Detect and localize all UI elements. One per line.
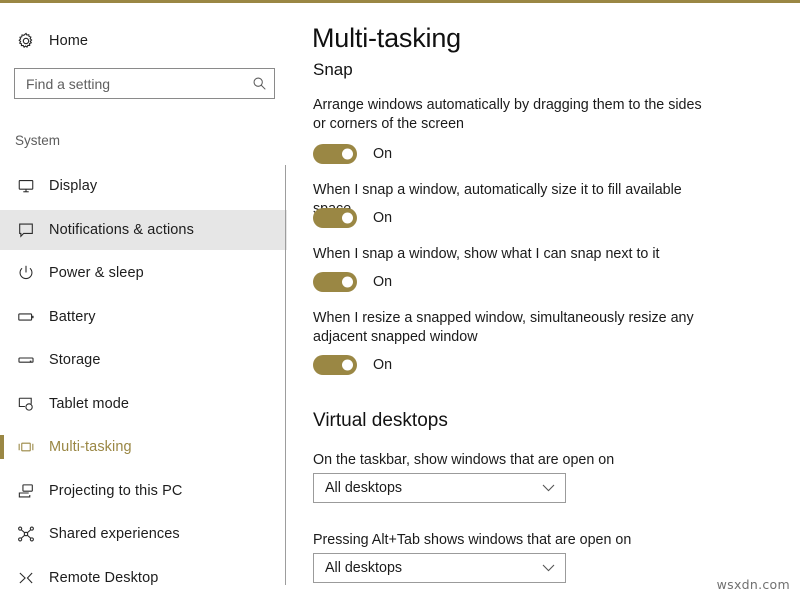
snap-suggestions-toggle[interactable] xyxy=(313,272,357,292)
dropdown-selected-value: All desktops xyxy=(325,480,403,496)
snap-setting-toggle-row[interactable]: On xyxy=(313,271,392,293)
chevron-down-icon xyxy=(531,564,565,572)
toggle-knob xyxy=(342,276,353,288)
virtual-desktop-setting-description: On the taskbar, show windows that are op… xyxy=(313,452,615,468)
sidebar-home-label: Home xyxy=(49,33,89,49)
taskbar-show-windows-dropdown[interactable]: All desktops xyxy=(313,473,566,503)
toggle-knob xyxy=(342,148,353,160)
sidebar-item-battery[interactable]: Battery xyxy=(0,297,287,337)
snap-setting-toggle-row[interactable]: On xyxy=(313,354,392,376)
virtual-desktops-heading: Virtual desktops xyxy=(313,410,448,431)
chevron-down-icon xyxy=(531,484,565,492)
snap-setting-toggle-row[interactable]: On xyxy=(313,207,392,229)
power-icon xyxy=(15,262,37,284)
virtual-desktop-setting-description: Pressing Alt+Tab shows windows that are … xyxy=(313,532,632,548)
sidebar-item-label: Notifications & actions xyxy=(49,221,194,238)
battery-icon xyxy=(15,306,37,328)
sidebar-item-home[interactable]: Home xyxy=(0,25,287,57)
sidebar-item-display[interactable]: Display xyxy=(0,166,287,206)
sidebar-item-label: Remote Desktop xyxy=(49,569,159,586)
snap-section-heading: Snap xyxy=(313,60,353,79)
sidebar-item-label: Storage xyxy=(49,352,101,368)
sidebar-item-notifications-actions[interactable]: Notifications & actions xyxy=(0,209,287,250)
search-input[interactable] xyxy=(15,69,244,98)
speech-bubble-icon xyxy=(15,219,37,241)
snap-setting-description: Arrange windows automatically by draggin… xyxy=(313,97,702,132)
dropdown-selected-value: All desktops xyxy=(325,560,403,576)
sidebar-item-label: Tablet mode xyxy=(49,395,130,412)
sidebar-item-label: Projecting to this PC xyxy=(49,482,183,499)
settings-main-panel: Multi-tasking Snap Arrange windows autom… xyxy=(287,3,800,598)
sidebar-item-multi-tasking[interactable]: Multi-tasking xyxy=(0,427,287,467)
gear-icon xyxy=(15,30,37,52)
toggle-state-label: On xyxy=(373,357,393,373)
sidebar-item-label: Power & sleep xyxy=(49,265,144,281)
toggle-state-label: On xyxy=(373,210,393,226)
sidebar-item-projecting-to-this-pc[interactable]: Projecting to this PC xyxy=(0,471,287,511)
sidebar-item-label: Shared experiences xyxy=(49,526,180,542)
sidebar-section-label: System xyxy=(15,133,61,148)
snap-resize-adjacent-toggle[interactable] xyxy=(313,355,357,375)
toggle-state-label: On xyxy=(373,274,393,290)
site-watermark: wsxdn.com xyxy=(716,577,790,592)
sidebar-item-storage[interactable]: Storage xyxy=(0,340,287,380)
snap-setting-toggle-row[interactable]: On xyxy=(313,143,392,165)
search-box[interactable] xyxy=(14,68,275,99)
settings-sidebar: Home System Display Notifications & actio… xyxy=(0,3,287,598)
snap-autosize-toggle[interactable] xyxy=(313,208,357,228)
storage-icon xyxy=(15,349,37,371)
toggle-knob xyxy=(342,212,353,224)
snap-setting-description: When I resize a snapped window, simultan… xyxy=(313,310,694,345)
shared-icon xyxy=(15,523,37,545)
sidebar-item-shared-experiences[interactable]: Shared experiences xyxy=(0,514,287,554)
toggle-knob xyxy=(342,359,353,371)
selected-item-accent-bar xyxy=(0,435,4,459)
toggle-state-label: On xyxy=(373,146,393,162)
snap-arrange-windows-toggle[interactable] xyxy=(313,144,357,164)
alt-tab-show-windows-dropdown[interactable]: All desktops xyxy=(313,553,566,583)
sidebar-item-label: Multi-tasking xyxy=(49,439,132,455)
sidebar-item-power-sleep[interactable]: Power & sleep xyxy=(0,253,287,293)
sidebar-item-remote-desktop[interactable]: Remote Desktop xyxy=(0,558,287,598)
sidebar-scrollbar[interactable] xyxy=(285,165,286,585)
sidebar-item-label: Display xyxy=(49,178,98,194)
multitasking-icon xyxy=(15,436,37,458)
snap-setting-description: When I snap a window, show what I can sn… xyxy=(313,246,660,262)
sidebar-item-label: Battery xyxy=(49,308,96,325)
search-icon[interactable] xyxy=(244,76,274,91)
remote-desktop-icon xyxy=(15,567,37,589)
page-title: Multi-tasking xyxy=(312,23,461,53)
projecting-icon xyxy=(15,480,37,502)
monitor-icon xyxy=(15,175,37,197)
tablet-mode-icon xyxy=(15,393,37,415)
sidebar-item-tablet-mode[interactable]: Tablet mode xyxy=(0,384,287,424)
